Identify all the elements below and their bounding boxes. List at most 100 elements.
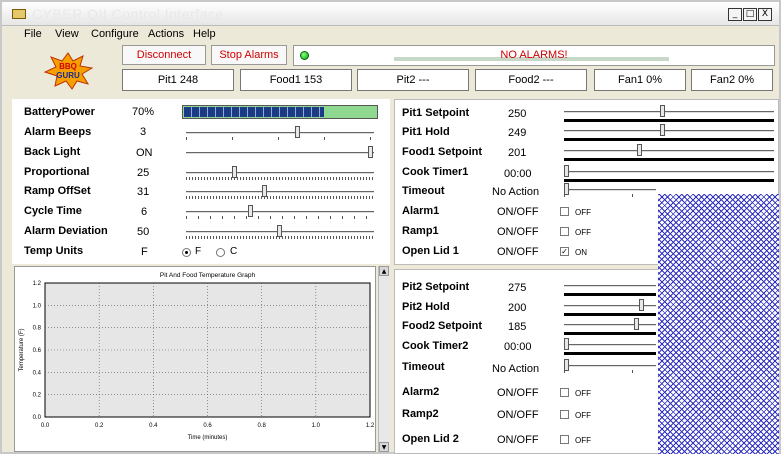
battery-level-bar: [182, 105, 378, 119]
y-tick-label: 0.8: [33, 326, 42, 332]
temp-units-value: F: [141, 246, 148, 258]
graph-scrollbar[interactable]: ▲ ▼: [378, 266, 390, 452]
alarm2-label: Alarm2: [402, 386, 440, 398]
menu-help[interactable]: Help: [193, 28, 216, 40]
ramp-offset-thumb[interactable]: [262, 185, 267, 197]
cook-timer2-thumb[interactable]: [564, 338, 569, 350]
alarm-deviation-label: Alarm Deviation: [24, 225, 108, 237]
timeout2-thumb[interactable]: [564, 359, 569, 371]
x-tick-label: 1.2: [366, 423, 375, 429]
proportional-value: 25: [137, 167, 150, 179]
food1-setpoint-slider[interactable]: [564, 144, 774, 158]
battery-value: 70%: [132, 106, 155, 118]
minimize-button[interactable]: _: [728, 8, 742, 21]
open-lid1-value: ON/OFF: [497, 246, 539, 258]
alarm-beeps-label: Alarm Beeps: [24, 126, 92, 138]
menu-view[interactable]: View: [55, 28, 79, 40]
back-light-thumb[interactable]: [368, 146, 373, 158]
timeout1-thumb[interactable]: [564, 183, 569, 195]
alarm-deviation-thumb[interactable]: [277, 225, 282, 237]
pit2-hold-value: 200: [508, 302, 527, 314]
app-window: CYBER QII Control Interface _ □ X File V…: [0, 0, 781, 454]
cook-timer1-slider[interactable]: [564, 165, 774, 179]
radio-celsius[interactable]: [216, 248, 225, 257]
alarm2-checkbox[interactable]: [560, 388, 569, 397]
x-tick-label: 0.6: [203, 423, 212, 429]
menu-actions[interactable]: Actions: [148, 28, 184, 40]
cook-timer2-value: 00:00: [504, 341, 532, 353]
radio-celsius-label: C: [230, 246, 238, 257]
alarm-deviation-slider[interactable]: [186, 225, 374, 239]
food2-readout: Food2 ---: [475, 69, 587, 91]
proportional-thumb[interactable]: [232, 166, 237, 178]
y-tick-label: 0.4: [33, 370, 42, 376]
chart-title: Pit And Food Temperature Graph: [160, 272, 256, 279]
graph-scroll-down-icon[interactable]: ▼: [379, 442, 389, 452]
pit2-setpoint-label: Pit2 Setpoint: [402, 281, 470, 293]
timeout2-value: No Action: [492, 363, 540, 375]
maximize-button[interactable]: □: [743, 8, 757, 21]
svg-text:GURU: GURU: [56, 71, 80, 80]
open-lid1-checkbox[interactable]: ✓: [560, 247, 569, 256]
ramp1-value: ON/OFF: [497, 226, 539, 238]
radio-fahrenheit-label: F: [195, 246, 202, 257]
disconnect-button[interactable]: Disconnect: [122, 45, 206, 65]
ramp1-checkbox[interactable]: [560, 227, 569, 236]
close-button[interactable]: X: [758, 8, 772, 21]
back-light-slider[interactable]: [186, 146, 374, 160]
open-lid1-check-label: ON: [575, 248, 587, 257]
ramp2-value: ON/OFF: [497, 409, 539, 421]
graph-scroll-up-icon[interactable]: ▲: [379, 266, 389, 276]
radio-fahrenheit[interactable]: [182, 248, 191, 257]
menu-bar: File View Configure Actions Help: [2, 26, 779, 44]
pit2-readout: Pit2 ---: [357, 69, 469, 91]
ramp2-check-label: OFF: [575, 411, 591, 420]
alarm-beeps-thumb[interactable]: [295, 126, 300, 138]
pit1-hold-thumb[interactable]: [660, 124, 665, 136]
alarm-status-text: NO ALARMS!: [500, 49, 568, 61]
y-tick-label: 0.6: [33, 348, 42, 354]
cook-timer2-slider[interactable]: [564, 338, 656, 352]
ramp1-check-label: OFF: [575, 228, 591, 237]
food1-setpoint-bar: [564, 158, 774, 161]
bbq-guru-logo: BBQ GURU: [43, 52, 94, 90]
alarm-beeps-slider[interactable]: [186, 126, 374, 140]
battery-fill: [184, 107, 324, 117]
menu-configure[interactable]: Configure: [91, 28, 139, 40]
stop-alarms-button[interactable]: Stop Alarms: [211, 45, 287, 65]
svg-text:BBQ: BBQ: [59, 62, 77, 71]
temp-units-label: Temp Units: [24, 245, 84, 257]
cycle-time-thumb[interactable]: [248, 205, 253, 217]
cook-timer1-thumb[interactable]: [564, 165, 569, 177]
food2-setpoint-slider[interactable]: [564, 318, 656, 332]
temperature-chart: 0.0 0.2 0.4 0.6 0.8 1.0 1.2 0.0 0.2 0.4 0.6 0.8 1.0 1…: [19, 272, 375, 441]
food1-setpoint-value: 201: [508, 147, 527, 159]
pit2-hold-thumb[interactable]: [639, 299, 644, 311]
pit1-hold-bar: [564, 138, 774, 141]
pit2-setpoint-slider[interactable]: [564, 279, 656, 293]
pit1-hold-slider[interactable]: [564, 124, 774, 138]
ramp2-label: Ramp2: [402, 408, 439, 420]
timeout2-slider[interactable]: [564, 359, 656, 373]
pit2-hold-slider[interactable]: [564, 299, 656, 313]
menu-file[interactable]: File: [24, 28, 42, 40]
ramp-offset-slider[interactable]: [186, 185, 374, 199]
proportional-slider[interactable]: [186, 166, 374, 180]
ramp2-checkbox[interactable]: [560, 410, 569, 419]
ramp-offset-value: 31: [137, 186, 150, 198]
back-light-label: Back Light: [24, 146, 81, 158]
food1-setpoint-label: Food1 Setpoint: [402, 146, 483, 158]
food2-setpoint-thumb[interactable]: [634, 318, 639, 330]
timeout1-slider[interactable]: [564, 183, 656, 197]
pit1-setpoint-thumb[interactable]: [660, 105, 665, 117]
food1-setpoint-thumb[interactable]: [637, 144, 642, 156]
x-tick-label: 1.0: [312, 423, 321, 429]
open-lid2-checkbox[interactable]: [560, 435, 569, 444]
window-title: CYBER QII Control Interface: [32, 6, 224, 22]
battery-label: BatteryPower: [24, 106, 95, 118]
alarm1-checkbox[interactable]: [560, 207, 569, 216]
cycle-time-slider[interactable]: [186, 205, 374, 219]
ramp-offset-label: Ramp OffSet: [24, 185, 91, 197]
pit2-setpoint-value: 275: [508, 282, 527, 294]
pit1-setpoint-slider[interactable]: [564, 105, 774, 119]
